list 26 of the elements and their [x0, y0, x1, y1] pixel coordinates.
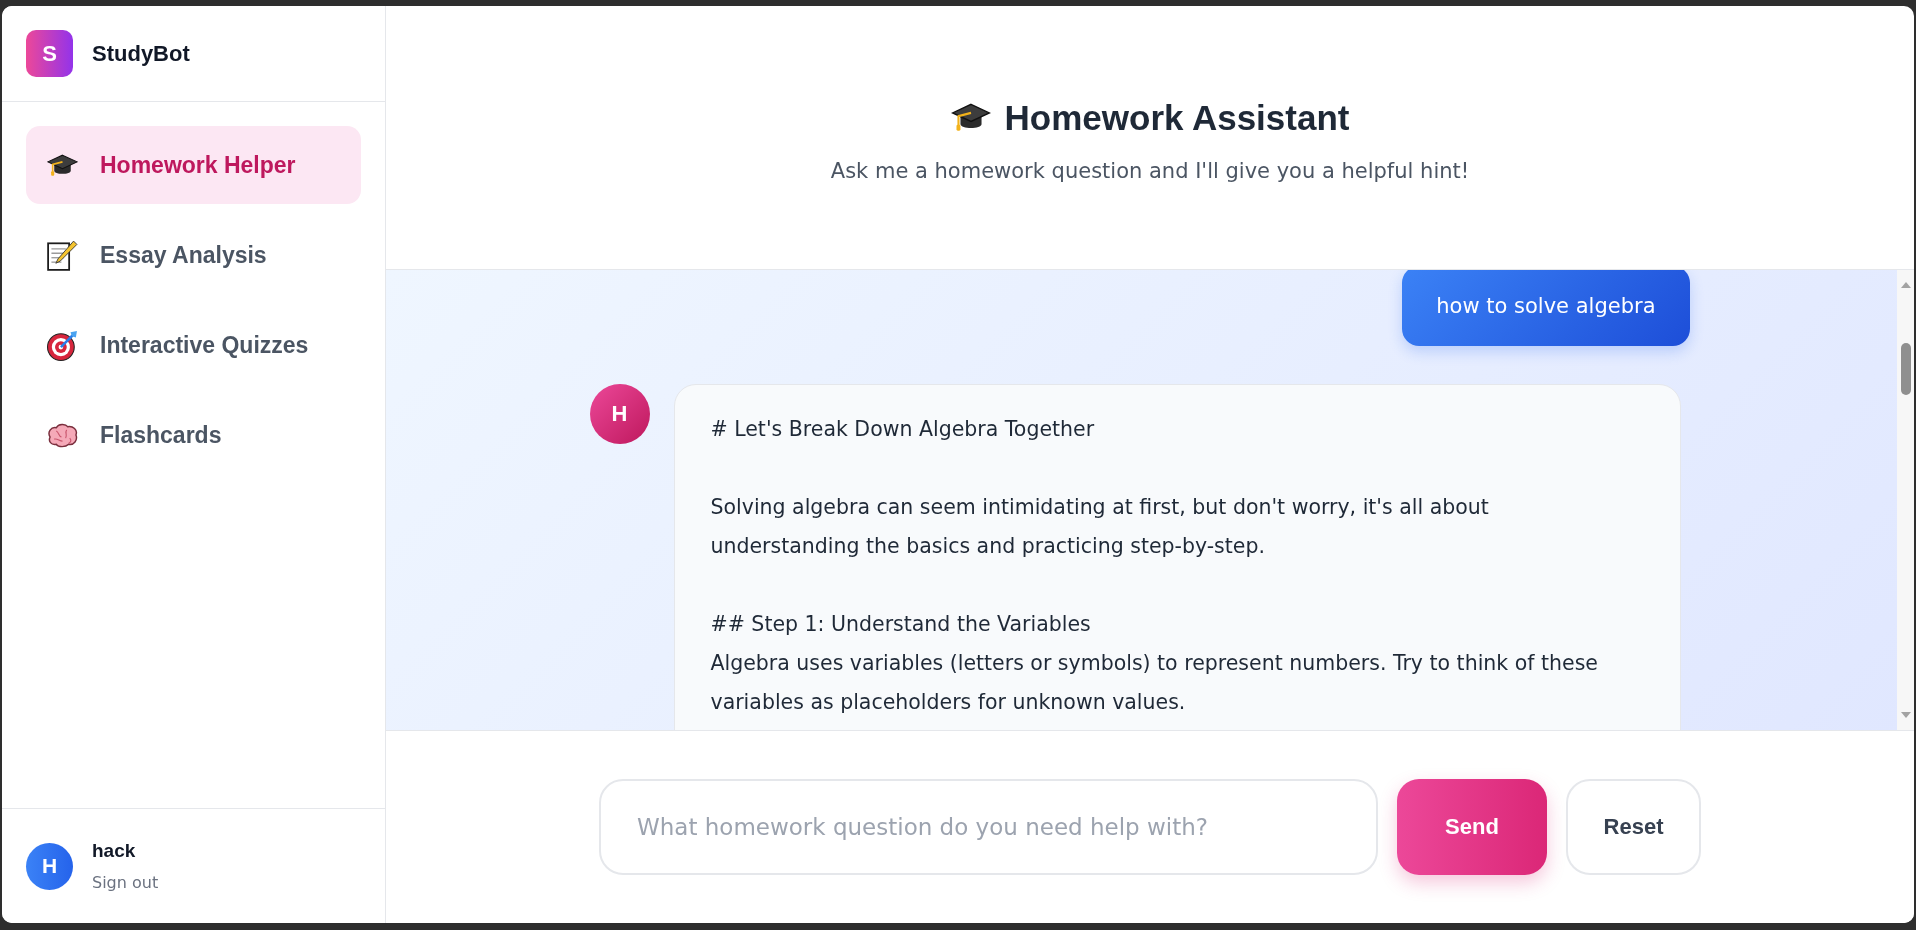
message-text: Solving algebra can seem intimidating at first, but don't worry, it's all about understanding the basics and practicing step-by-step. — [710, 494, 1490, 560]
graduation-cap-icon — [950, 103, 991, 132]
nav-item[interactable]: Interactive Quizzes — [26, 306, 361, 384]
assistant-avatar: H — [589, 384, 650, 444]
scroll-up-arrow-icon[interactable] — [1900, 282, 1911, 288]
user-message-bubble: how to solve algebra — [1402, 270, 1690, 346]
message-text: ## Step 1: Understand the Variables — [710, 611, 1092, 638]
message-text: Algebra uses variables (letters or symbols) to represent numbers. Try to think of these variables as placeholders for unknown values. — [710, 650, 1599, 716]
memo-pencil-icon — [47, 239, 78, 271]
question-input[interactable]: What homework question do you need help with? — [599, 779, 1378, 875]
page-title: Homework Assistant — [1004, 96, 1350, 139]
send-button[interactable]: Send — [1397, 779, 1547, 875]
app-logo: S — [26, 30, 73, 77]
user-avatar: H — [26, 842, 73, 890]
scrollbar-thumb[interactable] — [1900, 343, 1911, 395]
page-subtitle: Ask me a homework question and I'll give you a helpful hint! — [830, 157, 1470, 185]
user-name: hack — [92, 839, 137, 862]
nav-item[interactable]: Essay Analysis — [26, 216, 361, 294]
message-text: # Let's Break Down Algebra Together — [710, 416, 1096, 443]
app-name: StudyBot — [92, 40, 190, 67]
reset-button[interactable]: Reset — [1566, 779, 1701, 875]
sign-out-link[interactable]: Sign out — [92, 872, 159, 893]
target-dart-icon — [47, 329, 78, 361]
nav-item[interactable]: Flashcards — [26, 396, 361, 474]
scroll-down-arrow-icon[interactable] — [1900, 712, 1911, 718]
nav-item[interactable]: Homework Helper — [26, 126, 361, 204]
